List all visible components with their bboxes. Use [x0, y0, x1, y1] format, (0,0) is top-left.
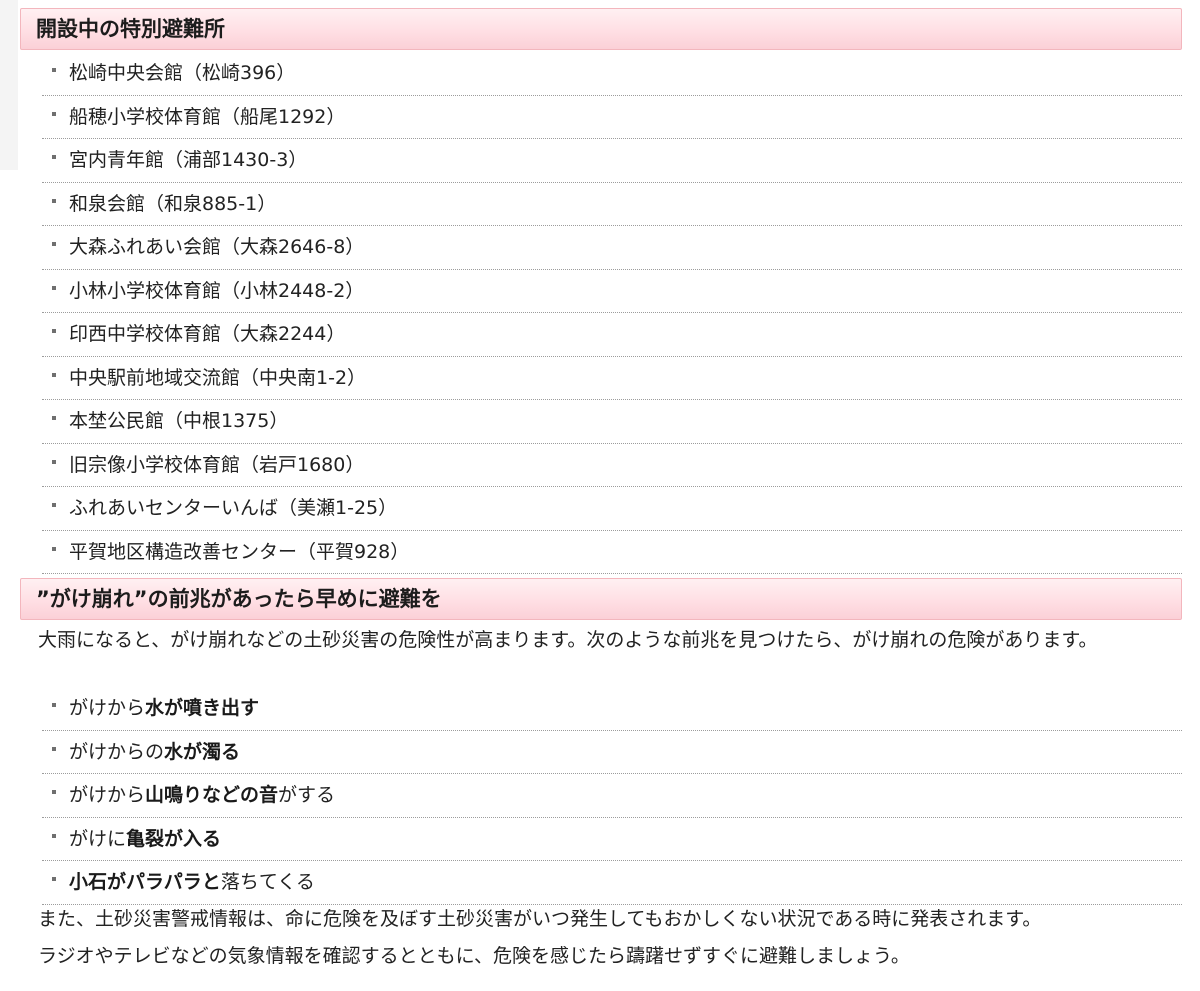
bullet-icon [52, 790, 56, 794]
sign-text: がする [278, 784, 336, 806]
bullet-icon [52, 416, 56, 420]
landslide-closing-2: ラジオやテレビなどの気象情報を確認するとともに、危険を感じたら躊躇せずすぐに避難… [38, 945, 910, 967]
sign-text: がけに [69, 827, 127, 850]
shelter-item: 中央駅前地域交流館（中央南1-2） [42, 357, 1182, 400]
shelter-item: 印西中学校体育館（大森2244） [42, 313, 1182, 357]
landslide-closing-1: また、土砂災害警戒情報は、命に危険を及ぼす土砂災害がいつ発生してもおかしくない状… [38, 908, 1042, 930]
bullet-icon [52, 242, 56, 246]
bullet-icon [52, 546, 56, 551]
shelter-item: 大森ふれあい会館（大森2646-8） [42, 226, 1182, 270]
sign-text: がけから [69, 784, 146, 806]
shelter-item: 宮内青年館（浦部1430-3） [42, 139, 1182, 183]
shelter-item-label: 印西中学校体育館（大森2244） [69, 323, 346, 345]
shelter-item-label: 旧宗像小学校体育館（岩戸1680） [69, 453, 365, 476]
sign-emphasis: 小石がパラパラと [69, 871, 221, 893]
landslide-intro: 大雨になると、がけ崩れなどの土砂災害の危険性が高まります。次のような前兆を見つけ… [38, 629, 1098, 651]
landslide-sign-item: 小石がパラパラと落ちてくる [42, 861, 1182, 905]
shelter-item: 小林小学校体育館（小林2448-2） [42, 270, 1182, 313]
bullet-icon [52, 503, 56, 507]
sidebar-shade [0, 0, 18, 170]
bullet-icon [52, 459, 56, 464]
section-heading-shelters: 開設中の特別避難所 [20, 8, 1182, 50]
shelter-item: 本埜公民館（中根1375） [42, 400, 1182, 444]
shelter-list: 松崎中央会館（松崎396） 船穂小学校体育館（船尾1292） 宮内青年館（浦部1… [42, 52, 1182, 574]
landslide-sign-list: がけから水が噴き出す がけからの水が濁る がけから山鳴りなどの音がする がけに亀… [42, 687, 1182, 905]
sign-emphasis: 亀裂が入る [126, 827, 222, 850]
shelter-item-label: 和泉会館（和泉885-1） [69, 192, 277, 215]
bullet-icon [52, 285, 56, 290]
sign-emphasis: 山鳴りなどの音 [145, 784, 279, 806]
bullet-icon [52, 111, 56, 116]
shelter-item: 平賀地区構造改善センター（平賀928） [42, 531, 1182, 574]
sign-text: がけから [69, 697, 146, 719]
landslide-sign-item: がけから水が噴き出す [42, 687, 1182, 731]
shelter-item: 旧宗像小学校体育館（岩戸1680） [42, 444, 1182, 487]
page: 開設中の特別避難所 松崎中央会館（松崎396） 船穂小学校体育館（船尾1292）… [0, 0, 1200, 991]
shelter-item-label: 平賀地区構造改善センター（平賀928） [69, 540, 410, 563]
bullet-icon [52, 877, 56, 881]
bullet-icon [52, 198, 56, 203]
bullet-icon [52, 372, 56, 377]
sign-emphasis: 水が噴き出す [145, 697, 260, 719]
shelter-item-label: 船穂小学校体育館（船尾1292） [69, 105, 346, 128]
shelter-item: 船穂小学校体育館（船尾1292） [42, 96, 1182, 139]
shelter-item-label: ふれあいセンターいんば（美瀬1-25） [69, 497, 398, 519]
bullet-icon [52, 703, 56, 707]
sign-emphasis: 水が濁る [164, 740, 241, 763]
shelter-item-label: 小林小学校体育館（小林2448-2） [69, 279, 365, 302]
sign-text: がけからの [69, 740, 165, 763]
shelter-item-label: 中央駅前地域交流館（中央南1-2） [69, 366, 367, 389]
bullet-icon [52, 746, 56, 751]
shelter-item-label: 大森ふれあい会館（大森2646-8） [69, 236, 365, 258]
bullet-icon [52, 68, 56, 72]
shelter-item: 和泉会館（和泉885-1） [42, 183, 1182, 226]
landslide-sign-item: がけからの水が濁る [42, 731, 1182, 774]
sign-text: 落ちてくる [220, 871, 315, 893]
bullet-icon [52, 833, 56, 838]
landslide-sign-item: がけに亀裂が入る [42, 818, 1182, 861]
landslide-sign-item: がけから山鳴りなどの音がする [42, 774, 1182, 818]
bullet-icon [52, 329, 56, 333]
shelter-item-label: 宮内青年館（浦部1430-3） [69, 149, 308, 171]
shelter-item: ふれあいセンターいんば（美瀬1-25） [42, 487, 1182, 531]
shelter-item-label: 本埜公民館（中根1375） [69, 410, 289, 432]
shelter-item: 松崎中央会館（松崎396） [42, 52, 1182, 96]
section-heading-landslide: ”がけ崩れ”の前兆があったら早めに避難を [20, 578, 1182, 620]
bullet-icon [52, 155, 56, 159]
shelter-item-label: 松崎中央会館（松崎396） [69, 62, 296, 84]
